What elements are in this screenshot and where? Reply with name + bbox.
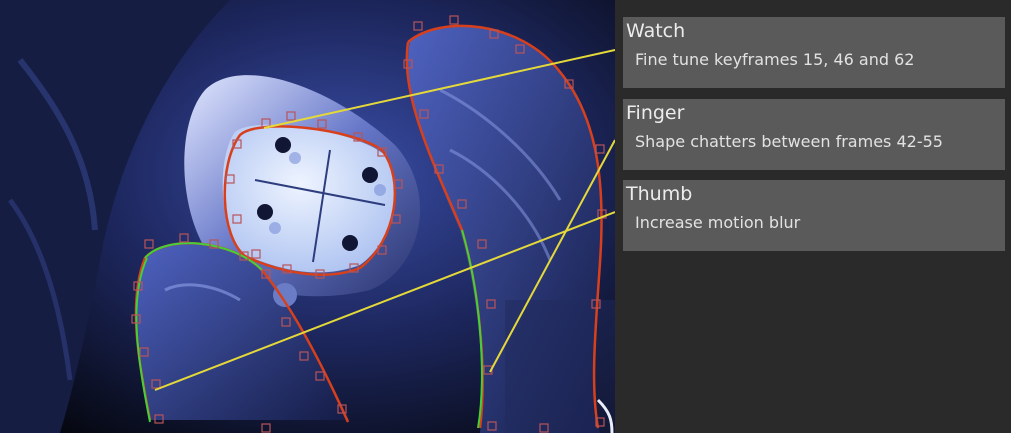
annotations-panel: Watch Fine tune keyframes 15, 46 and 62 … bbox=[615, 0, 1011, 433]
annotation-title: Thumb bbox=[626, 183, 693, 205]
annotation-text: Shape chatters between frames 42-55 bbox=[635, 132, 943, 151]
annotation-title: Finger bbox=[626, 102, 685, 124]
annotation-text: Fine tune keyframes 15, 46 and 62 bbox=[635, 50, 915, 69]
annotation-finger[interactable]: Finger Shape chatters between frames 42-… bbox=[623, 99, 1005, 170]
image-viewer[interactable] bbox=[0, 0, 615, 433]
footage-frame bbox=[0, 0, 615, 433]
annotation-thumb[interactable]: Thumb Increase motion blur bbox=[623, 180, 1005, 251]
annotation-watch[interactable]: Watch Fine tune keyframes 15, 46 and 62 bbox=[623, 17, 1005, 88]
annotation-text: Increase motion blur bbox=[635, 213, 801, 232]
annotation-title: Watch bbox=[626, 20, 686, 42]
